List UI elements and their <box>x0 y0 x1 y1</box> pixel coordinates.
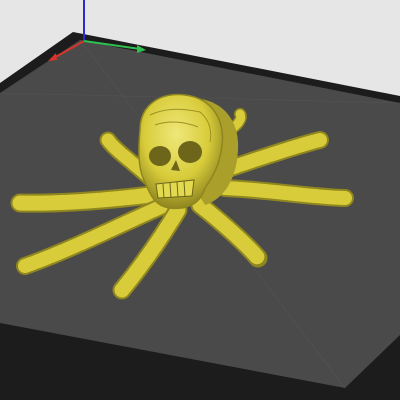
3d-viewport[interactable] <box>0 0 400 400</box>
right-eye-socket <box>178 141 202 163</box>
skull <box>138 93 239 210</box>
scene-canvas[interactable] <box>0 0 400 400</box>
left-eye-socket <box>149 146 171 166</box>
